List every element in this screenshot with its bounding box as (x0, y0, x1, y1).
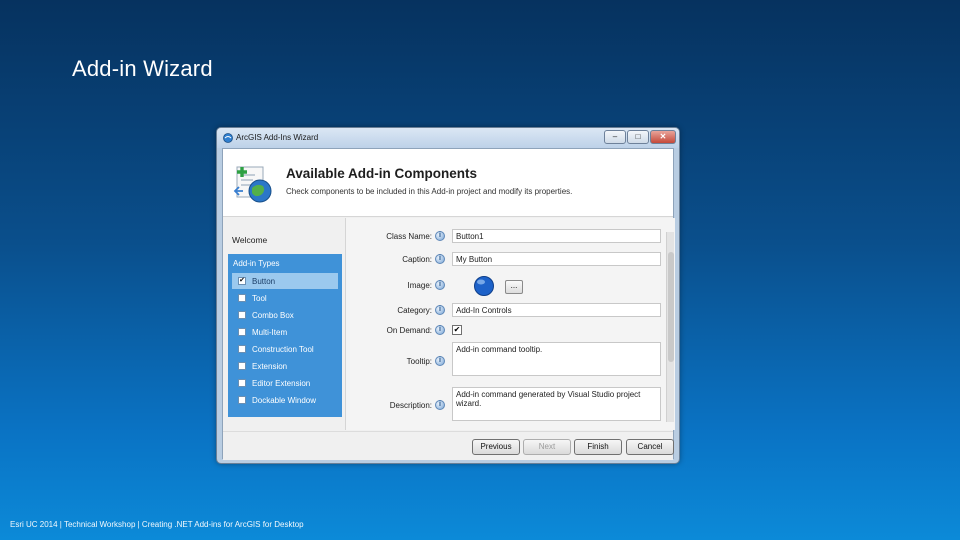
info-icon[interactable]: i (435, 325, 445, 335)
class-name-label: Class Name: (386, 232, 432, 241)
nav-item-button[interactable]: ✔ Button (232, 273, 338, 289)
nav-item-label: Construction Tool (252, 345, 314, 354)
browse-image-button[interactable]: ... (505, 280, 523, 294)
nav-item-label: Button (252, 277, 276, 286)
class-name-field[interactable]: Button1 (452, 229, 661, 243)
previous-button[interactable]: Previous (472, 439, 520, 455)
nav-checkbox[interactable] (238, 345, 246, 353)
addin-types-panel: Add-in Types ✔ Button Tool Combo Box Mul… (228, 254, 342, 417)
nav-addin-types[interactable]: Add-in Types (233, 259, 280, 268)
nav-item-tool[interactable]: Tool (232, 290, 338, 306)
properties-form: Class Name: i Button1 Caption: i My Butt… (345, 218, 675, 430)
nav-checkbox[interactable] (238, 362, 246, 370)
info-icon[interactable]: i (435, 305, 445, 315)
nav-checkbox[interactable]: ✔ (238, 277, 246, 285)
title-bar: ArcGIS Add-Ins Wizard – □ ✕ (217, 128, 679, 148)
nav-checkbox[interactable] (238, 396, 246, 404)
nav-item-label: Combo Box (252, 311, 294, 320)
nav-item-editor-extension[interactable]: Editor Extension (232, 375, 338, 391)
scrollbar-thumb[interactable] (668, 252, 674, 362)
slide-footer: Esri UC 2014 | Technical Workshop | Crea… (10, 520, 304, 529)
info-icon[interactable]: i (435, 356, 445, 366)
on-demand-label: On Demand: (386, 326, 432, 335)
arcgis-app-icon (223, 133, 233, 143)
nav-item-label: Multi-Item (252, 328, 288, 337)
info-icon[interactable]: i (435, 231, 445, 241)
form-scrollbar[interactable] (666, 232, 674, 422)
nav-item-label: Editor Extension (252, 379, 311, 388)
nav-item-construction-tool[interactable]: Construction Tool (232, 341, 338, 357)
nav-checkbox[interactable] (238, 379, 246, 387)
tooltip-label: Tooltip: (406, 357, 432, 366)
nav-item-extension[interactable]: Extension (232, 358, 338, 374)
wizard-client: Available Add-in Components Check compon… (222, 148, 675, 460)
nav-item-multi-item[interactable]: Multi-Item (232, 324, 338, 340)
nav-item-label: Extension (252, 362, 288, 371)
close-button[interactable]: ✕ (650, 130, 676, 144)
description-field[interactable]: Add-in command generated by Visual Studi… (452, 387, 661, 421)
nav-checkbox[interactable] (238, 311, 246, 319)
left-nav: Welcome Add-in Types ✔ Button Tool Combo… (228, 229, 344, 417)
description-label: Description: (389, 401, 432, 410)
window-title: ArcGIS Add-Ins Wizard (236, 133, 319, 142)
nav-welcome[interactable]: Welcome (232, 235, 267, 245)
minimize-button[interactable]: – (604, 130, 626, 144)
nav-item-combo-box[interactable]: Combo Box (232, 307, 338, 323)
button-bar: Previous Next Finish Cancel (223, 431, 674, 460)
category-label: Category: (397, 306, 432, 315)
info-icon[interactable]: i (435, 254, 445, 264)
button-image-globe-icon (474, 276, 494, 296)
nav-item-label: Dockable Window (252, 396, 317, 405)
add-component-globe-icon (233, 166, 272, 203)
slide-title: Add-in Wizard (72, 56, 213, 81)
maximize-button[interactable]: □ (627, 130, 649, 144)
image-label: Image: (407, 281, 432, 290)
nav-item-label: Tool (252, 294, 267, 303)
nav-checkbox[interactable] (238, 294, 246, 302)
info-icon[interactable]: i (435, 400, 445, 410)
header-subtitle: Check components to be included in this … (286, 187, 573, 196)
wizard-window: ArcGIS Add-Ins Wizard – □ ✕ Available Ad… (216, 127, 680, 464)
on-demand-checkbox[interactable]: ✔ (452, 325, 462, 335)
info-icon[interactable]: i (435, 280, 445, 290)
caption-field[interactable]: My Button (452, 252, 661, 266)
wizard-header: Available Add-in Components Check compon… (223, 149, 673, 217)
category-field[interactable]: Add-In Controls (452, 303, 661, 317)
finish-button[interactable]: Finish (574, 439, 622, 455)
nav-checkbox[interactable] (238, 328, 246, 336)
tooltip-field[interactable]: Add-in command tooltip. (452, 342, 661, 376)
caption-label: Caption: (402, 255, 432, 264)
nav-item-dockable-window[interactable]: Dockable Window (232, 392, 338, 408)
header-title: Available Add-in Components (286, 166, 478, 181)
next-button[interactable]: Next (523, 439, 571, 455)
cancel-button[interactable]: Cancel (626, 439, 674, 455)
